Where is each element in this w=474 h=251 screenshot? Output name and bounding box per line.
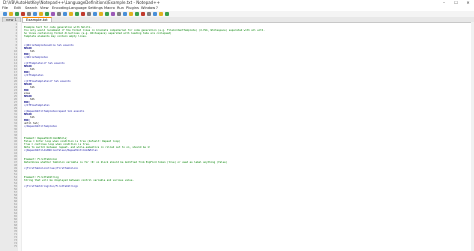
lang-icon[interactable] bbox=[129, 12, 133, 16]
undo-icon[interactable] bbox=[63, 12, 67, 16]
code-line[interactable]: 75 bbox=[0, 245, 474, 248]
zoom-in-icon[interactable] bbox=[87, 12, 91, 16]
open-file-icon[interactable] bbox=[9, 12, 13, 16]
record-icon[interactable] bbox=[153, 12, 157, 16]
paste-icon[interactable] bbox=[57, 12, 61, 16]
find-icon[interactable] bbox=[75, 12, 79, 16]
close-icon[interactable] bbox=[27, 12, 31, 16]
play-icon[interactable] bbox=[165, 12, 169, 16]
cut-icon[interactable] bbox=[45, 12, 49, 16]
word-wrap-icon[interactable] bbox=[111, 12, 115, 16]
line-number: 75 bbox=[13, 245, 17, 248]
print-icon[interactable] bbox=[39, 12, 43, 16]
save-all-icon[interactable] bbox=[21, 12, 25, 16]
close-all-icon[interactable] bbox=[33, 12, 37, 16]
copy-icon[interactable] bbox=[51, 12, 55, 16]
sync-v-icon[interactable] bbox=[99, 12, 103, 16]
new-file-icon[interactable] bbox=[3, 12, 7, 16]
function-list-icon[interactable] bbox=[141, 12, 145, 16]
save-icon[interactable] bbox=[15, 12, 19, 16]
stop-icon[interactable] bbox=[159, 12, 163, 16]
zoom-out-icon[interactable] bbox=[93, 12, 97, 16]
redo-icon[interactable] bbox=[69, 12, 73, 16]
show-all-icon[interactable] bbox=[117, 12, 121, 16]
folder-icon[interactable] bbox=[147, 12, 151, 16]
doc-map-icon[interactable] bbox=[135, 12, 139, 16]
replace-icon[interactable] bbox=[81, 12, 85, 16]
sync-h-icon[interactable] bbox=[105, 12, 109, 16]
indent-guide-icon[interactable] bbox=[123, 12, 127, 16]
editor-area[interactable]: 1 2 Example text for code generation with … bbox=[0, 22, 474, 251]
